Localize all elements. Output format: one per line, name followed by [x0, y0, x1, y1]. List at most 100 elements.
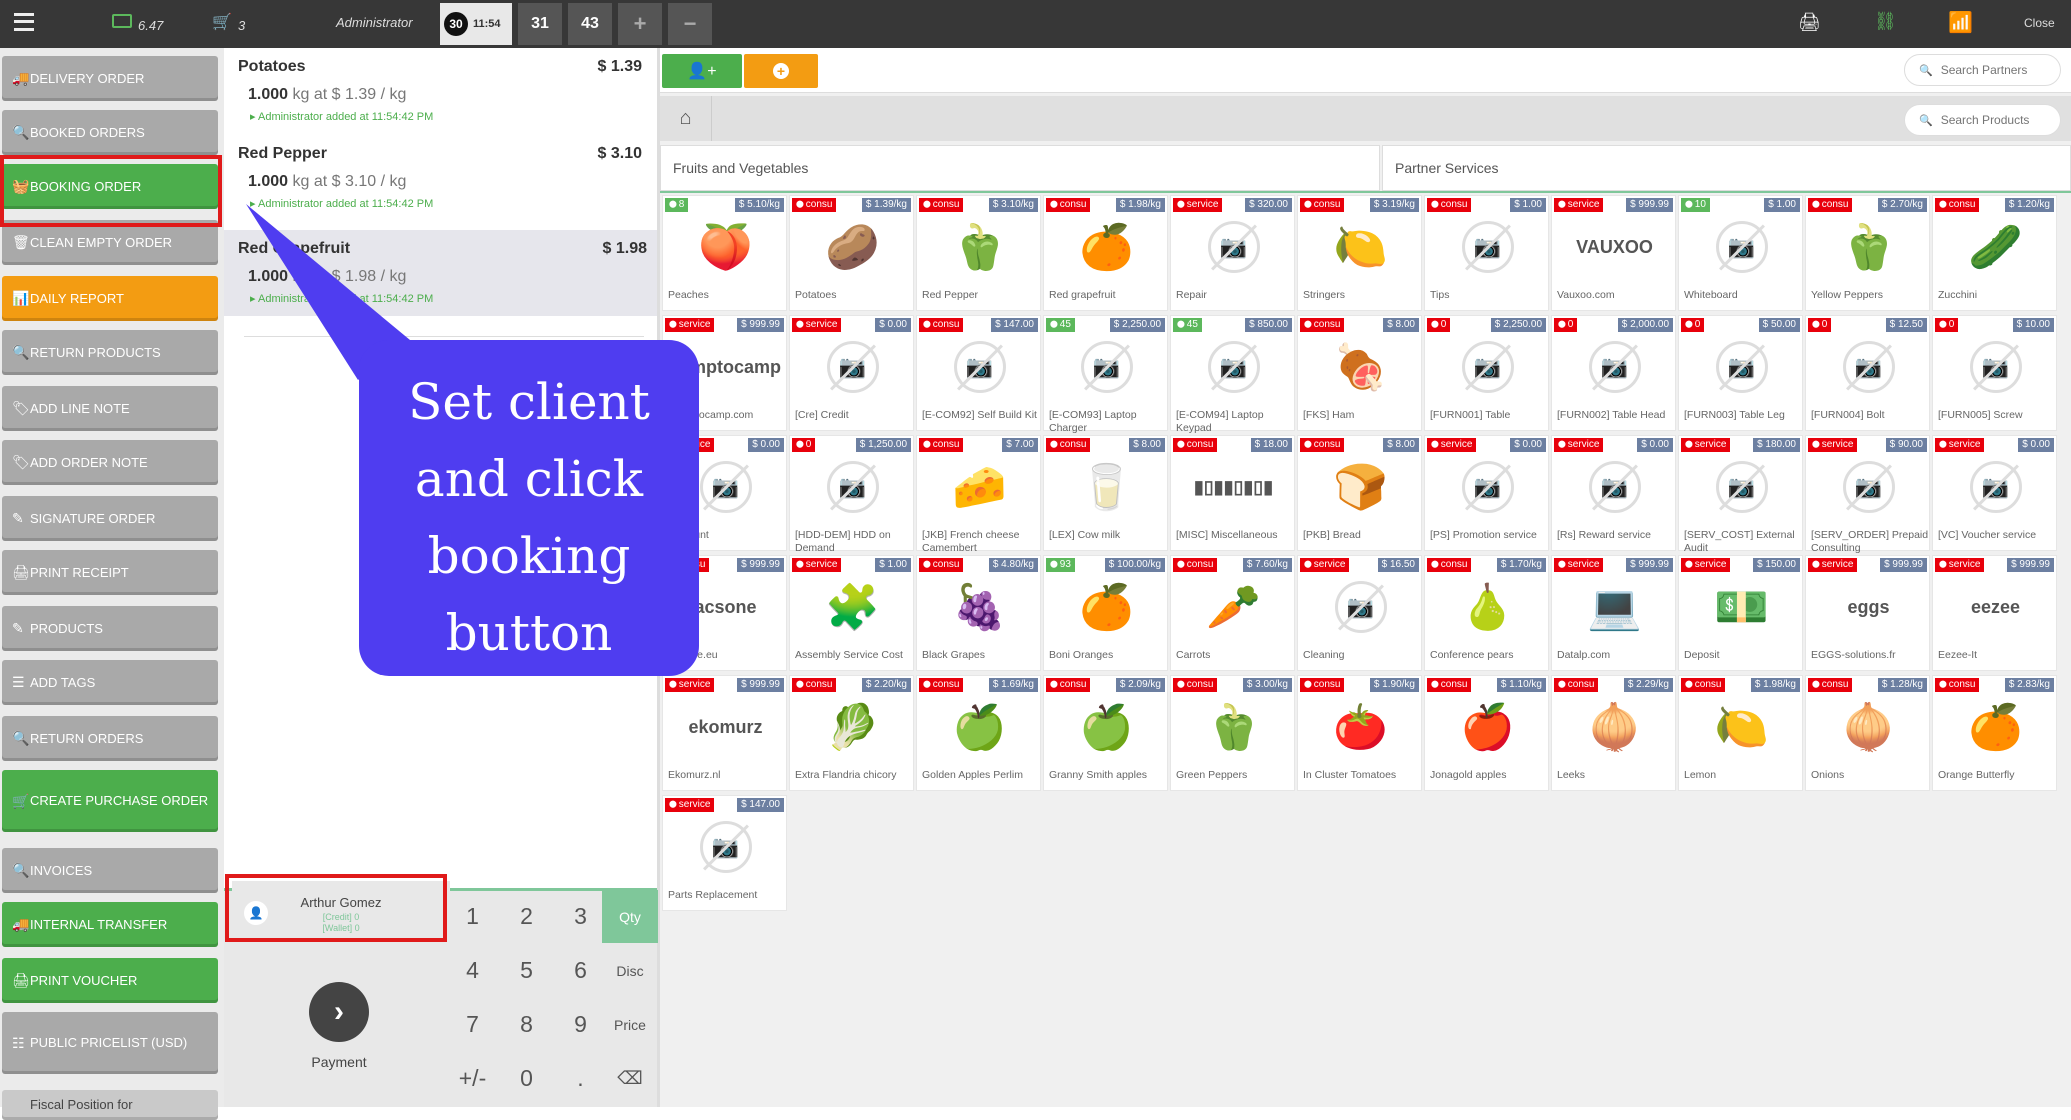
category-fruits-and-vegetables[interactable]: Fruits and Vegetables	[660, 145, 1380, 191]
product-card[interactable]: 🥛 consu $ 8.00 [LEX] Cow milk	[1043, 435, 1168, 551]
product-card[interactable]: 🍏 consu $ 1.69/kg Golden Apples Perlim	[916, 675, 1041, 791]
control-button-add-order-note[interactable]: 🏷 ADD ORDER NOTE	[2, 440, 218, 485]
payment-button[interactable]: › Payment	[264, 978, 414, 1088]
control-button-print-receipt[interactable]: 🖨 PRINT RECEIPT	[2, 550, 218, 595]
product-card[interactable]: 🍏 consu $ 2.09/kg Granny Smith apples	[1043, 675, 1168, 791]
product-card[interactable]: 📷 service $ 0.00 [VC] Voucher service	[1932, 435, 2057, 551]
network-icon[interactable]: ⛓	[1874, 11, 1897, 32]
product-card[interactable]: 📷 0 $ 1,250.00 [HDD-DEM] HDD on Demand	[789, 435, 914, 554]
numpad-key[interactable]: 1	[446, 890, 499, 943]
price-mode-button[interactable]: Price	[602, 998, 658, 1051]
numpad-key[interactable]: 5	[500, 944, 553, 997]
product-card[interactable]: eggs service $ 999.99 EGGS-solutions.fr	[1805, 555, 1930, 671]
control-button-return-orders[interactable]: 🔍 RETURN ORDERS	[2, 716, 218, 761]
qty-mode-button[interactable]: Qty	[602, 890, 658, 943]
product-card[interactable]: ▮▯▮▮▯▮▯▮ consu $ 18.00 [MISC] Miscellaneous	[1170, 435, 1295, 551]
product-card[interactable]: 📷 service $ 147.00 Parts Replacement	[662, 795, 787, 911]
product-card[interactable]: 📷 0 $ 2,250.00 [FURN001] Table	[1424, 315, 1549, 431]
add-order-button[interactable]: +	[618, 3, 662, 45]
product-card[interactable]: 🍐 consu $ 1.70/kg Conference pears	[1424, 555, 1549, 671]
backspace-button[interactable]: ⌫	[602, 1052, 658, 1105]
product-card[interactable]: 🍅 consu $ 1.90/kg In Cluster Tomatoes	[1297, 675, 1422, 791]
product-card[interactable]: 📷 service $ 320.00 Repair	[1170, 195, 1295, 311]
product-card[interactable]: 📷 10 $ 1.00 Whiteboard	[1678, 195, 1803, 311]
product-card[interactable]: 🥒 consu $ 1.20/kg Zucchini	[1932, 195, 2057, 311]
product-card[interactable]: 📷 consu $ 147.00 [E-COM92] Self Build Kit	[916, 315, 1041, 431]
product-card[interactable]: 🥕 consu $ 7.60/kg Carrots	[1170, 555, 1295, 671]
product-card[interactable]: 📷 service $ 16.50 Cleaning	[1297, 555, 1422, 671]
control-button-return-products[interactable]: 🔍 RETURN PRODUCTS	[2, 330, 218, 375]
active-order-tab[interactable]: 30 11:54	[440, 3, 512, 45]
product-card[interactable]: eezee service $ 999.99 Eezee-It	[1932, 555, 2057, 671]
product-card[interactable]: 📷 service $ 180.00 [SERV_COST] External Aud…	[1678, 435, 1803, 554]
product-card[interactable]: 🧅 consu $ 2.29/kg Leeks	[1551, 675, 1676, 791]
order-tab-31[interactable]: 31	[518, 3, 562, 45]
numpad-key[interactable]: 3	[554, 890, 607, 943]
order-tab-43[interactable]: 43	[568, 3, 612, 45]
product-card[interactable]: VAUXOO service $ 999.99 Vauxoo.com	[1551, 195, 1676, 311]
product-card[interactable]: 🧀 consu $ 7.00 [JKB] French cheese Camember…	[916, 435, 1041, 554]
product-card[interactable]: 📷 0 $ 10.00 [FURN005] Screw	[1932, 315, 2057, 431]
control-button-products[interactable]: ✎ PRODUCTS	[2, 606, 218, 651]
product-card[interactable]: 📷 service $ 90.00 [SERV_ORDER] Prepaid Cons…	[1805, 435, 1930, 554]
product-card[interactable]: 🍖 consu $ 8.00 [FKS] Ham	[1297, 315, 1422, 431]
product-card[interactable]: 📷 45 $ 2,250.00 [E-COM93] Laptop Charger	[1043, 315, 1168, 434]
control-button-invoices[interactable]: 🔍 INVOICES	[2, 848, 218, 893]
numpad-key[interactable]: +/-	[446, 1052, 499, 1105]
close-button[interactable]: Close	[2024, 16, 2055, 30]
remove-order-button[interactable]: −	[668, 3, 712, 45]
numpad-key[interactable]: .	[554, 1052, 607, 1105]
product-card[interactable]: 🍑 8 $ 5.10/kg Peaches	[662, 195, 787, 311]
control-button-print-voucher[interactable]: 🖨 PRINT VOUCHER	[2, 958, 218, 1003]
control-button-signature-order[interactable]: ✎ SIGNATURE ORDER	[2, 496, 218, 541]
product-card[interactable]: 🍋 consu $ 1.98/kg Lemon	[1678, 675, 1803, 791]
product-card[interactable]: 📷 service $ 0.00 [Rs] Reward service	[1551, 435, 1676, 551]
control-button-add-tags[interactable]: ☰ ADD TAGS	[2, 660, 218, 705]
numpad-key[interactable]: 7	[446, 998, 499, 1051]
product-card[interactable]: 📷 service $ 0.00 [Cre] Credit	[789, 315, 914, 431]
numpad-key[interactable]: 4	[446, 944, 499, 997]
product-card[interactable]: 🍞 consu $ 8.00 [PKB] Bread	[1297, 435, 1422, 551]
category-partner-services[interactable]: Partner Services	[1382, 145, 2071, 191]
numpad-key[interactable]: 6	[554, 944, 607, 997]
control-button-daily-report[interactable]: 📊 DAILY REPORT	[2, 276, 218, 321]
product-card[interactable]: ekomurz service $ 999.99 Ekomurz.nl	[662, 675, 787, 791]
menu-icon[interactable]	[14, 13, 34, 31]
product-card[interactable]: 🍊 93 $ 100.00/kg Boni Oranges	[1043, 555, 1168, 671]
control-button-delivery-order[interactable]: 🚚 DELIVERY ORDER	[2, 56, 218, 101]
add-button[interactable]: +	[744, 54, 818, 88]
order-line[interactable]: Potatoes $ 1.39 1.000 kg at $ 1.39 / kg …	[238, 48, 652, 134]
product-card[interactable]: 🍋 consu $ 3.19/kg Stringers	[1297, 195, 1422, 311]
product-card[interactable]: 🍊 consu $ 1.98/kg Red grapefruit	[1043, 195, 1168, 311]
product-card[interactable]: 🫑 consu $ 3.00/kg Green Peppers	[1170, 675, 1295, 791]
numpad-key[interactable]: 8	[500, 998, 553, 1051]
product-card[interactable]: 🫑 consu $ 2.70/kg Yellow Peppers	[1805, 195, 1930, 311]
product-card[interactable]: 📷 service $ 0.00 [PS] Promotion service	[1424, 435, 1549, 551]
numpad-key[interactable]: 0	[500, 1052, 553, 1105]
product-card[interactable]: 📷 0 $ 50.00 [FURN003] Table Leg	[1678, 315, 1803, 431]
product-card[interactable]: 🫑 consu $ 3.10/kg Red Pepper	[916, 195, 1041, 311]
product-card[interactable]: 💻 service $ 999.99 Datalp.com	[1551, 555, 1676, 671]
control-button-public-pricelist-usd[interactable]: ☷ PUBLIC PRICELIST (USD)	[2, 1012, 218, 1074]
product-card[interactable]: 🍊 consu $ 2.83/kg Orange Butterfly	[1932, 675, 2057, 791]
product-card[interactable]: 📷 0 $ 12.50 [FURN004] Bolt	[1805, 315, 1930, 431]
numpad-key[interactable]: 2	[500, 890, 553, 943]
control-button-internal-transfer[interactable]: 🚚 INTERNAL TRANSFER	[2, 902, 218, 947]
search-products-box[interactable]: 🔍	[1904, 104, 2061, 136]
product-card[interactable]: 📷 45 $ 850.00 [E-COM94] Laptop Keypad	[1170, 315, 1295, 434]
print-icon[interactable]: 🖨	[1798, 12, 1821, 33]
wifi-icon[interactable]: 📶	[1948, 10, 1973, 35]
control-button-booked-orders[interactable]: 🔍 BOOKED ORDERS	[2, 110, 218, 155]
product-card[interactable]: 🍎 consu $ 1.10/kg Jonagold apples	[1424, 675, 1549, 791]
product-card[interactable]: 🥔 consu $ 1.39/kg Potatoes	[789, 195, 914, 311]
product-card[interactable]: 🍇 consu $ 4.80/kg Black Grapes	[916, 555, 1041, 671]
product-card[interactable]: 📷 consu $ 1.00 Tips	[1424, 195, 1549, 311]
control-button-create-purchase-order[interactable]: 🛒 CREATE PURCHASE ORDER	[2, 770, 218, 832]
control-button-fiscal-position-for[interactable]: Fiscal Position for	[2, 1090, 218, 1120]
search-partners-input[interactable]	[1940, 63, 2051, 77]
add-customer-button[interactable]: 👤+	[662, 54, 742, 88]
search-partners-box[interactable]: 🔍	[1904, 54, 2061, 86]
product-card[interactable]: 🥬 consu $ 2.20/kg Extra Flandria chicory	[789, 675, 914, 791]
home-icon[interactable]: ⌂	[660, 96, 712, 141]
product-card[interactable]: 📷 0 $ 2,000.00 [FURN002] Table Head	[1551, 315, 1676, 431]
